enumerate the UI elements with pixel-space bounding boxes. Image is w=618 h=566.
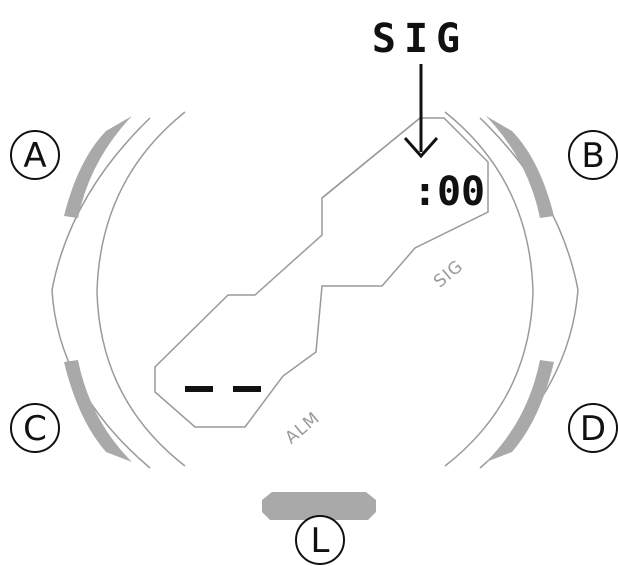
display-lower-label: ALM — [282, 408, 325, 448]
button-d-letter: D — [580, 409, 606, 449]
button-l-letter: L — [311, 521, 330, 561]
watch-diagram: SIG :00 SIG ALM A B C D L — [0, 0, 618, 566]
button-b-letter: B — [581, 136, 604, 176]
lcd-inner-line — [321, 117, 421, 199]
button-l-badge: L — [295, 515, 345, 565]
button-a-letter: A — [23, 136, 46, 176]
display-lower-dash-1 — [185, 386, 213, 392]
display-upper-value: :00 — [413, 169, 485, 215]
button-b-badge: B — [568, 130, 618, 180]
display-upper-label: SIG — [430, 256, 467, 292]
button-c-badge: C — [10, 403, 60, 453]
button-a-shape[interactable] — [64, 116, 132, 218]
button-a-badge: A — [10, 130, 60, 180]
button-c-shape[interactable] — [64, 360, 132, 462]
callout-label: SIG — [372, 16, 468, 62]
button-d-badge: D — [568, 403, 618, 453]
button-c-letter: C — [23, 409, 47, 449]
display-lower-dash-2 — [233, 386, 261, 392]
